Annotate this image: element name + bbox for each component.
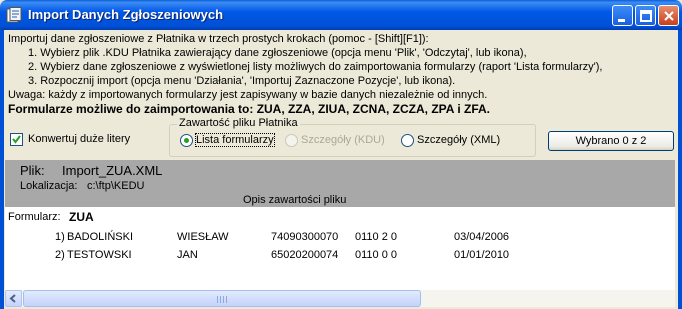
row-code: 0110 0 0 <box>355 249 398 261</box>
row-code: 0110 2 0 <box>355 231 398 243</box>
maximize-button[interactable] <box>635 5 656 26</box>
window-frame-left <box>0 30 4 309</box>
selection-count-button[interactable]: Wybrano 0 z 2 <box>548 131 674 151</box>
row-pesel: 65020200074 <box>271 249 339 261</box>
row-pesel: 74090300070 <box>271 231 339 243</box>
window-frame-right <box>678 30 682 309</box>
minimize-icon <box>618 19 625 22</box>
row-date: 01/01/2010 <box>454 249 510 261</box>
row-name: JAN <box>177 249 198 261</box>
row-surname: BADOLIŃSKI <box>67 231 134 243</box>
close-icon <box>664 11 674 21</box>
row-date: 03/04/2006 <box>454 231 510 243</box>
row-name: WIESŁAW <box>177 231 229 243</box>
radio-lista-formularzy[interactable] <box>180 134 193 147</box>
close-button[interactable] <box>658 5 679 26</box>
file-content-group-title: Zawartość pliku Płatnika <box>177 117 300 129</box>
radio-szczegoly-xml[interactable] <box>401 134 414 147</box>
radio-szczegoly-kdu <box>285 134 298 147</box>
instructions-note: Uwaga: każdy z importowanych formularzy … <box>8 89 488 101</box>
row-number: 2) <box>55 249 65 261</box>
radio-szczegoly-xml-label[interactable]: Szczegóły (XML) <box>417 134 500 146</box>
allowed-forms: Formularze możliwe do zaimportowania to:… <box>8 102 490 116</box>
convert-uppercase-label[interactable]: Konwertuj duże litery <box>28 133 130 145</box>
location-path: c:\ftp\KEDU <box>87 180 145 192</box>
radio-szczegoly-kdu-label: Szczegóły (KDU) <box>301 134 385 146</box>
app-icon <box>6 7 22 23</box>
report-area: Formularz: ZUA 1) BADOLIŃSKI WIESŁAW 740… <box>5 207 675 290</box>
thumb-grip <box>217 296 218 303</box>
title-bar[interactable]: Import Danych Zgłoszeniowych <box>0 0 682 30</box>
form-label: Formularz: <box>8 211 61 223</box>
row-surname: TESTOWSKI <box>67 249 132 261</box>
minimize-button[interactable] <box>612 5 633 26</box>
maximize-icon <box>640 10 652 22</box>
file-info-panel: Plik: Import_ZUA.XML Lokalizacja: c:\ftp… <box>5 160 675 207</box>
thumb-grip <box>223 296 224 303</box>
instructions-step-1: 1. Wybierz plik .KDU Płatnika zawierając… <box>28 47 527 59</box>
scroll-left-button[interactable] <box>5 290 22 307</box>
file-name: Import_ZUA.XML <box>62 163 163 178</box>
thumb-grip <box>220 296 221 303</box>
instructions-intro: Importuj dane zgłoszeniowe z Płatnika w … <box>8 33 429 45</box>
scroll-thumb[interactable] <box>23 290 421 307</box>
instructions-step-3: 3. Rozpocznij import (opcja menu 'Działa… <box>28 75 456 87</box>
check-icon <box>12 135 21 144</box>
file-label: Plik: <box>20 163 45 178</box>
arrow-left-icon <box>9 294 16 303</box>
content-description-header: Opis zawartości pliku <box>243 194 347 206</box>
row-number: 1) <box>55 231 65 243</box>
instructions-step-2: 2. Wybierz dane zgłoszeniowe z wyświetlo… <box>28 61 603 73</box>
form-type: ZUA <box>69 210 94 224</box>
location-label: Lokalizacja: <box>20 180 78 192</box>
thumb-grip <box>226 296 227 303</box>
radio-lista-formularzy-label[interactable]: Lista formularzy <box>195 133 275 147</box>
window-title: Import Danych Zgłoszeniowych <box>28 7 224 22</box>
horizontal-scrollbar[interactable] <box>5 290 675 307</box>
convert-uppercase-checkbox[interactable] <box>10 133 23 146</box>
